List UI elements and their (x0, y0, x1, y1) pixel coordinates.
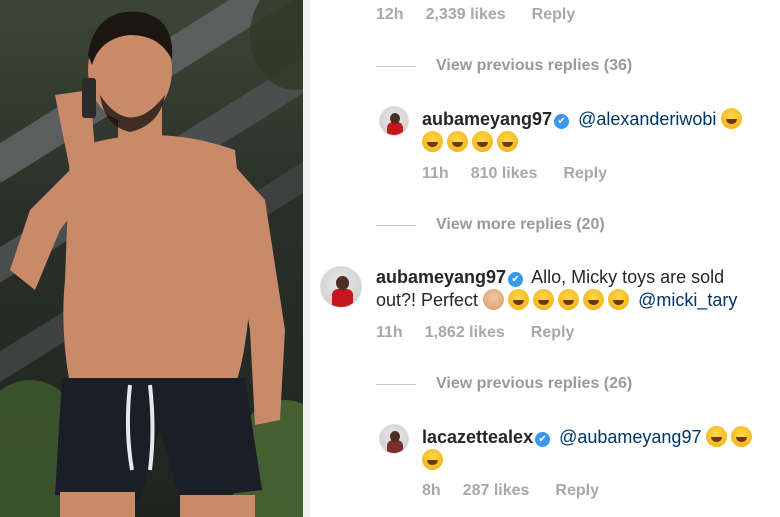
man-figure (10, 11, 285, 517)
mention-link[interactable]: @micki_tary (638, 290, 737, 310)
left-leg (60, 492, 135, 517)
panel-divider (303, 0, 310, 517)
grimacing-emoji-icon (508, 289, 530, 310)
avatar[interactable] (379, 106, 409, 136)
laughing-emoji-icon (472, 131, 493, 152)
reply-button[interactable]: Reply (532, 6, 576, 23)
comment-time: 8h (422, 482, 441, 499)
comment-likes[interactable]: 2,339 likes (426, 6, 506, 23)
comment-time: 11h (376, 324, 403, 341)
divider-line (376, 65, 416, 67)
comment-likes[interactable]: 287 likes (463, 482, 530, 499)
torso (63, 135, 251, 385)
avatar[interactable] (379, 424, 409, 454)
comment-text: Allo, Micky toys are sold (531, 267, 725, 287)
view-more-replies-label: View more replies (20) (436, 216, 605, 233)
comments-panel: 12h 2,339 likes Reply View previous replie… (310, 0, 780, 517)
mention-link[interactable]: @aubameyang97 (559, 427, 701, 447)
laughing-emoji-icon (706, 426, 728, 447)
phone-icon (82, 78, 96, 118)
shorts (55, 378, 262, 500)
comment-username[interactable]: aubameyang97 (376, 267, 506, 287)
ok-hand-emoji-icon (483, 289, 505, 310)
laughing-emoji-icon (422, 131, 443, 152)
comment-likes[interactable]: 810 likes (471, 165, 538, 182)
reply-button[interactable]: Reply (563, 165, 607, 182)
comment-meta-top: 12h 2,339 likes Reply (376, 6, 601, 24)
view-previous-replies-label: View previous replies (26) (436, 375, 633, 392)
comment-likes[interactable]: 1,862 likes (425, 324, 505, 341)
comment-username[interactable]: lacazettealex (422, 427, 533, 447)
divider-line (376, 224, 416, 226)
comment-meta: 8h 287 likes Reply (422, 482, 625, 500)
comment-text: out?! Perfect (376, 290, 479, 310)
reply-button[interactable]: Reply (555, 482, 599, 499)
verified-badge-icon: ✔ (535, 432, 551, 447)
view-previous-replies-label: View previous replies (36) (436, 57, 633, 74)
laughing-emoji-icon (422, 449, 443, 470)
laughing-emoji-icon (533, 289, 555, 310)
laughing-emoji-icon (721, 108, 743, 129)
laughing-emoji-icon (558, 289, 580, 310)
laughing-emoji-icon (608, 289, 630, 310)
comment-meta: 11h 1,862 likes Reply (376, 324, 600, 342)
mention-link[interactable]: @alexanderiwobi (578, 109, 716, 129)
comment-meta: 11h 810 likes Reply (422, 165, 633, 183)
reply-comment: aubameyang97 ✔ @alexanderiwobi (422, 108, 780, 154)
reply-comment: lacazettealex ✔ @aubameyang97 (422, 426, 780, 472)
laughing-emoji-icon (497, 131, 518, 152)
laughing-emoji-icon (583, 289, 605, 310)
reply-button[interactable]: Reply (531, 324, 575, 341)
laughing-emoji-icon (731, 426, 753, 447)
right-leg (180, 495, 255, 517)
comment: aubameyang97 ✔ Allo, Micky toys are sold … (376, 266, 780, 312)
avatar[interactable] (320, 266, 362, 308)
divider-line (376, 383, 416, 385)
verified-badge-icon: ✔ (508, 272, 524, 287)
view-more-replies-button[interactable]: View more replies (20) (376, 216, 605, 234)
verified-badge-icon: ✔ (554, 114, 570, 129)
post-photo (0, 0, 303, 517)
comment-username[interactable]: aubameyang97 (422, 109, 552, 129)
comment-time: 12h (376, 6, 404, 23)
laughing-emoji-icon (447, 131, 468, 152)
view-previous-replies-button[interactable]: View previous replies (36) (376, 57, 632, 75)
comment-time: 11h (422, 165, 449, 182)
view-previous-replies-button[interactable]: View previous replies (26) (376, 375, 632, 393)
